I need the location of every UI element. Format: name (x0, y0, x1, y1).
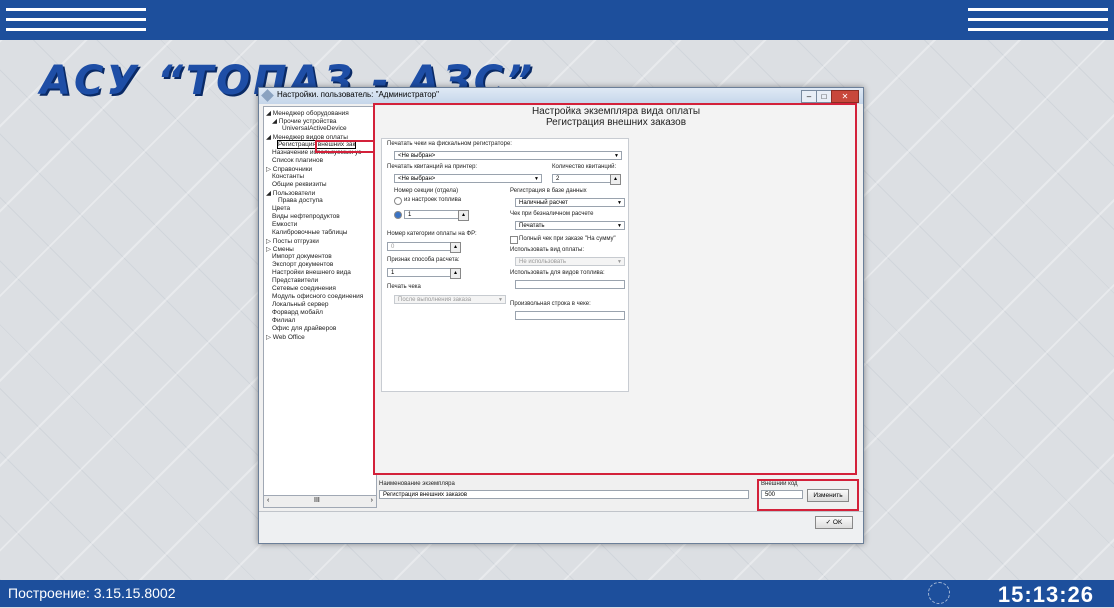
tree-item[interactable]: Общие реквизиты (272, 181, 327, 188)
app-icon (261, 89, 274, 102)
right-menu-icon[interactable] (968, 8, 1108, 32)
minimize-icon[interactable]: – (801, 90, 817, 103)
top-bar (0, 0, 1114, 40)
tree-item[interactable]: UniversalActiveDevice (282, 125, 347, 132)
tree-highlight (315, 140, 377, 153)
tree-item[interactable]: Права доступа (278, 197, 323, 204)
tree-item[interactable]: Калибровочные таблицы (272, 229, 347, 236)
tree-item[interactable]: ▷ Смены (266, 245, 294, 253)
ok-button[interactable]: ✓ OK (815, 516, 853, 529)
close-icon[interactable]: ✕ (831, 90, 859, 103)
tree-item[interactable]: Локальный сервер (272, 301, 328, 308)
tree-item[interactable]: Цвета (272, 205, 290, 212)
tree-item[interactable]: Константы (272, 173, 304, 180)
panel-highlight (373, 103, 857, 475)
tree-item[interactable]: Форвард мобайл (272, 309, 323, 316)
clock: 15:13:26 (997, 582, 1094, 607)
tree-item[interactable]: Емкости (272, 221, 297, 228)
ext-code-highlight (757, 479, 859, 511)
tree-item[interactable]: Модуль офисного соединения (272, 293, 363, 300)
window-title: Настройки. пользователь: "Администратор" (277, 90, 440, 99)
tree-item[interactable]: Виды нефтепродуктов (272, 213, 340, 220)
tree-item[interactable]: Сетевые соединения (272, 285, 336, 292)
maximize-icon[interactable]: □ (816, 90, 832, 103)
window-titlebar: Настройки. пользователь: "Администратор"… (259, 88, 863, 104)
settings-tree[interactable]: ◢ Менеджер оборудования ◢ Прочие устройст… (263, 106, 377, 508)
tree-item[interactable]: ▷ Web Office (266, 333, 305, 341)
clock-icon (928, 582, 950, 604)
build-version: Построение: 3.15.15.8002 (8, 585, 176, 601)
tree-item[interactable]: ◢ Пользователи (266, 189, 315, 197)
window-footer: ✓ OK (259, 511, 863, 542)
tree-item[interactable]: ▷ Посты отгрузки (266, 237, 319, 245)
tree-item[interactable]: ▷ Справочники (266, 165, 312, 173)
left-menu-icon[interactable] (6, 8, 146, 32)
name-label: Наименование экземпляра (379, 481, 455, 487)
tree-item[interactable]: Офис для драйверов (272, 325, 336, 332)
tree-item[interactable]: Экспорт документов (272, 261, 333, 268)
tree-scrollbar[interactable]: ‹ III › (263, 495, 377, 508)
settings-window: Настройки. пользователь: "Администратор"… (258, 87, 864, 544)
tree-item[interactable]: Филиал (272, 317, 295, 324)
tree-item[interactable]: Настройки внешнего вида (272, 269, 351, 276)
name-input[interactable]: Регистрация внешних заказов (379, 490, 749, 499)
tree-item[interactable]: Импорт документов (272, 253, 332, 260)
ok-icon: ✓ (825, 519, 832, 526)
tree-item[interactable]: Список плагинов (272, 157, 323, 164)
tree-item[interactable]: Представители (272, 277, 318, 284)
tree-item[interactable]: ◢ Прочие устройства (272, 117, 337, 125)
tree-item[interactable]: ◢ Менеджер оборудования (266, 109, 349, 117)
